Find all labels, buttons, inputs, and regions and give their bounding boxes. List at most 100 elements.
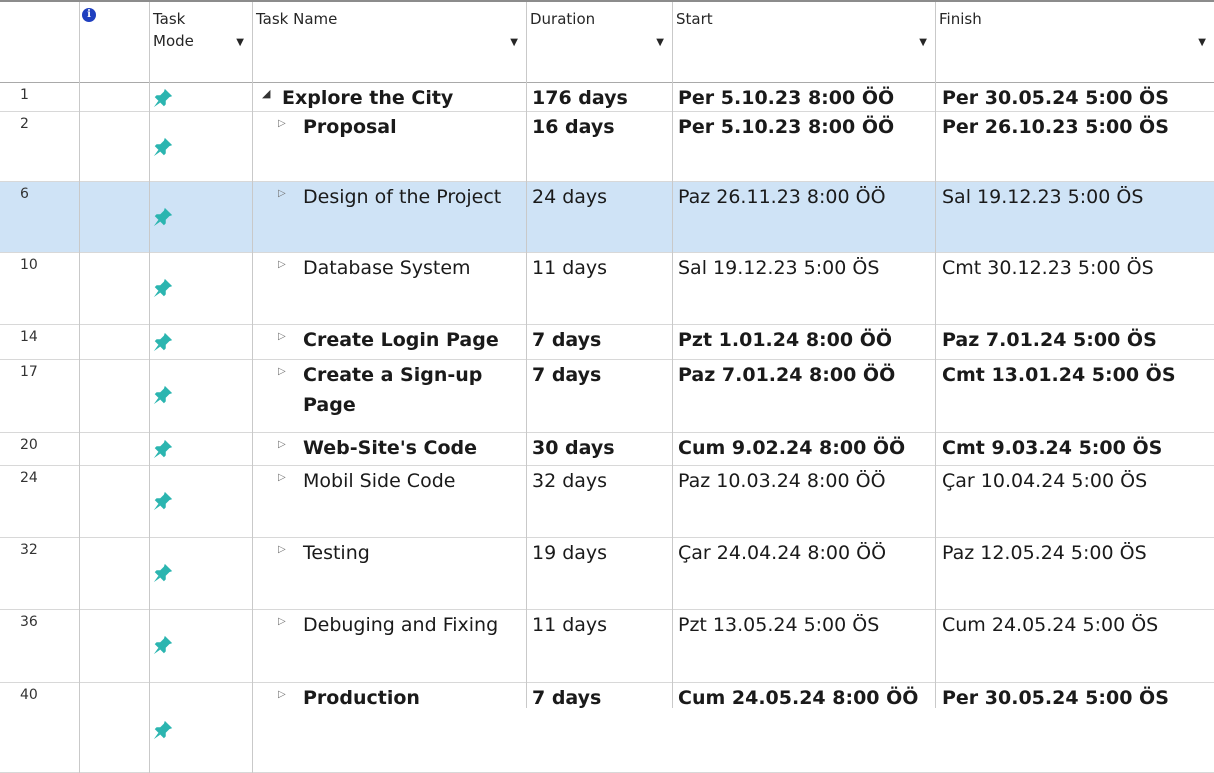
row-id: 36 bbox=[20, 614, 38, 630]
task-name[interactable]: Explore the City bbox=[282, 83, 522, 113]
manually-scheduled-pin-icon[interactable] bbox=[152, 206, 174, 228]
column-divider bbox=[526, 2, 527, 708]
header-task-name[interactable]: Task Name ▼ bbox=[252, 2, 526, 83]
table-row[interactable]: 32 ▷ Testing 19 days Çar 24.04.24 8:00 ÖÖ Paz… bbox=[0, 538, 1214, 610]
table-row[interactable]: 1 ◢ Explore the City 176 days Per 5.10.23 8:… bbox=[0, 83, 1214, 112]
expand-triangle-icon[interactable]: ▷ bbox=[278, 118, 286, 129]
task-finish[interactable]: Per 30.05.24 5:00 ÖS bbox=[942, 683, 1212, 713]
task-duration[interactable]: 176 days bbox=[532, 83, 668, 113]
task-start[interactable]: Cum 9.02.24 8:00 ÖÖ bbox=[678, 433, 933, 463]
table-row[interactable]: 24 ▷ Mobil Side Code 32 days Paz 10.03.24 8:… bbox=[0, 466, 1214, 538]
task-finish[interactable]: Per 26.10.23 5:00 ÖS bbox=[942, 112, 1212, 142]
header-start[interactable]: Start ▼ bbox=[672, 2, 935, 83]
task-duration[interactable]: 7 days bbox=[532, 360, 668, 390]
manually-scheduled-pin-icon[interactable] bbox=[152, 331, 174, 353]
task-duration[interactable]: 11 days bbox=[532, 253, 668, 283]
task-duration[interactable]: 30 days bbox=[532, 433, 668, 463]
manually-scheduled-pin-icon[interactable] bbox=[152, 719, 174, 741]
task-duration[interactable]: 7 days bbox=[532, 683, 668, 713]
task-name[interactable]: Production bbox=[303, 683, 522, 713]
task-finish[interactable]: Paz 7.01.24 5:00 ÖS bbox=[942, 325, 1212, 355]
expand-triangle-icon[interactable]: ▷ bbox=[278, 259, 286, 270]
table-row[interactable]: 14 ▷ Create Login Page 7 days Pzt 1.01.24 8:… bbox=[0, 325, 1214, 360]
row-id: 6 bbox=[20, 186, 29, 202]
dropdown-arrow-icon[interactable]: ▼ bbox=[236, 32, 244, 54]
task-name[interactable]: Design of the Project bbox=[303, 182, 522, 212]
expand-triangle-icon[interactable]: ▷ bbox=[278, 544, 286, 555]
task-name[interactable]: Database System bbox=[303, 253, 522, 283]
column-divider bbox=[79, 2, 80, 773]
task-name[interactable]: Create Login Page bbox=[303, 325, 522, 355]
manually-scheduled-pin-icon[interactable] bbox=[152, 562, 174, 584]
task-finish[interactable]: Cum 24.05.24 5:00 ÖS bbox=[942, 610, 1212, 640]
manually-scheduled-pin-icon[interactable] bbox=[152, 277, 174, 299]
manually-scheduled-pin-icon[interactable] bbox=[152, 87, 174, 109]
table-row[interactable]: 36 ▷ Debuging and Fixing 11 days Pzt 13.05.2… bbox=[0, 610, 1214, 683]
task-start[interactable]: Paz 10.03.24 8:00 ÖÖ bbox=[678, 466, 933, 496]
task-duration[interactable]: 7 days bbox=[532, 325, 668, 355]
table-row[interactable]: 20 ▷ Web-Site's Code 30 days Cum 9.02.24 8:0… bbox=[0, 433, 1214, 466]
task-start[interactable]: Per 5.10.23 8:00 ÖÖ bbox=[678, 112, 933, 142]
task-name[interactable]: Debuging and Fixing bbox=[303, 610, 522, 640]
row-id: 17 bbox=[20, 364, 38, 380]
table-row[interactable]: 10 ▷ Database System 11 days Sal 19.12.23 5:… bbox=[0, 253, 1214, 325]
header-duration-label: Duration bbox=[530, 10, 596, 28]
expand-triangle-icon[interactable]: ▷ bbox=[278, 366, 286, 377]
task-finish[interactable]: Cmt 13.01.24 5:00 ÖS bbox=[942, 360, 1212, 390]
task-duration[interactable]: 32 days bbox=[532, 466, 668, 496]
table-row[interactable]: 2 ▷ Proposal 16 days Per 5.10.23 8:00 ÖÖ Per … bbox=[0, 112, 1214, 182]
dropdown-arrow-icon[interactable]: ▼ bbox=[919, 32, 927, 54]
manually-scheduled-pin-icon[interactable] bbox=[152, 438, 174, 460]
task-name[interactable]: Proposal bbox=[303, 112, 522, 142]
dropdown-arrow-icon[interactable]: ▼ bbox=[656, 32, 664, 54]
expand-triangle-icon[interactable]: ▷ bbox=[278, 689, 286, 700]
task-duration[interactable]: 24 days bbox=[532, 182, 668, 212]
task-finish[interactable]: Sal 19.12.23 5:00 ÖS bbox=[942, 182, 1212, 212]
task-finish[interactable]: Çar 10.04.24 5:00 ÖS bbox=[942, 466, 1212, 496]
task-finish[interactable]: Cmt 9.03.24 5:00 ÖS bbox=[942, 433, 1212, 463]
task-start[interactable]: Pzt 1.01.24 8:00 ÖÖ bbox=[678, 325, 933, 355]
task-name[interactable]: Mobil Side Code bbox=[303, 466, 522, 496]
header-indicators[interactable]: i bbox=[79, 2, 149, 83]
expand-triangle-icon[interactable]: ▷ bbox=[278, 472, 286, 483]
dropdown-arrow-icon[interactable]: ▼ bbox=[1198, 32, 1206, 54]
task-start[interactable]: Cum 24.05.24 8:00 ÖÖ bbox=[678, 683, 933, 713]
task-start[interactable]: Per 5.10.23 8:00 ÖÖ bbox=[678, 83, 933, 113]
expand-triangle-icon[interactable]: ▷ bbox=[278, 188, 286, 199]
header-task-mode[interactable]: Task Mode ▼ bbox=[149, 2, 252, 83]
task-name[interactable]: Web-Site's Code bbox=[303, 433, 522, 463]
table-row[interactable]: 6 ▷ Design of the Project 24 days Paz 26.11.… bbox=[0, 182, 1214, 253]
task-start[interactable]: Sal 19.12.23 5:00 ÖS bbox=[678, 253, 933, 283]
expand-triangle-icon[interactable]: ▷ bbox=[278, 331, 286, 342]
manually-scheduled-pin-icon[interactable] bbox=[152, 136, 174, 158]
header-finish[interactable]: Finish ▼ bbox=[935, 2, 1214, 83]
task-duration[interactable]: 19 days bbox=[532, 538, 668, 568]
collapse-triangle-icon[interactable]: ◢ bbox=[262, 87, 270, 100]
column-divider bbox=[149, 2, 150, 773]
table-row[interactable]: 40 ▷ Production 7 days Cum 24.05.24 8:00 ÖÖ P… bbox=[0, 683, 1214, 773]
task-name[interactable]: Testing bbox=[303, 538, 522, 568]
task-start[interactable]: Pzt 13.05.24 5:00 ÖS bbox=[678, 610, 933, 640]
header-row-id[interactable] bbox=[0, 2, 79, 83]
task-start[interactable]: Çar 24.04.24 8:00 ÖÖ bbox=[678, 538, 933, 568]
task-finish[interactable]: Paz 12.05.24 5:00 ÖS bbox=[942, 538, 1212, 568]
manually-scheduled-pin-icon[interactable] bbox=[152, 490, 174, 512]
task-duration[interactable]: 11 days bbox=[532, 610, 668, 640]
task-start[interactable]: Paz 26.11.23 8:00 ÖÖ bbox=[678, 182, 933, 212]
header-task-mode-line2: Mode bbox=[153, 32, 194, 50]
row-id: 10 bbox=[20, 257, 38, 273]
header-duration[interactable]: Duration ▼ bbox=[526, 2, 672, 83]
header-finish-label: Finish bbox=[939, 10, 982, 28]
manually-scheduled-pin-icon[interactable] bbox=[152, 634, 174, 656]
manually-scheduled-pin-icon[interactable] bbox=[152, 384, 174, 406]
task-duration[interactable]: 16 days bbox=[532, 112, 668, 142]
dropdown-arrow-icon[interactable]: ▼ bbox=[510, 32, 518, 54]
task-finish[interactable]: Cmt 30.12.23 5:00 ÖS bbox=[942, 253, 1212, 283]
expand-triangle-icon[interactable]: ▷ bbox=[278, 616, 286, 627]
task-start[interactable]: Paz 7.01.24 8:00 ÖÖ bbox=[678, 360, 933, 390]
table-row[interactable]: 17 ▷ Create a Sign-up Page 7 days Paz 7.01.2… bbox=[0, 360, 1214, 433]
expand-triangle-icon[interactable]: ▷ bbox=[278, 439, 286, 450]
task-finish[interactable]: Per 30.05.24 5:00 ÖS bbox=[942, 83, 1212, 113]
row-id: 14 bbox=[20, 329, 38, 345]
task-name[interactable]: Create a Sign-up Page bbox=[303, 360, 522, 420]
